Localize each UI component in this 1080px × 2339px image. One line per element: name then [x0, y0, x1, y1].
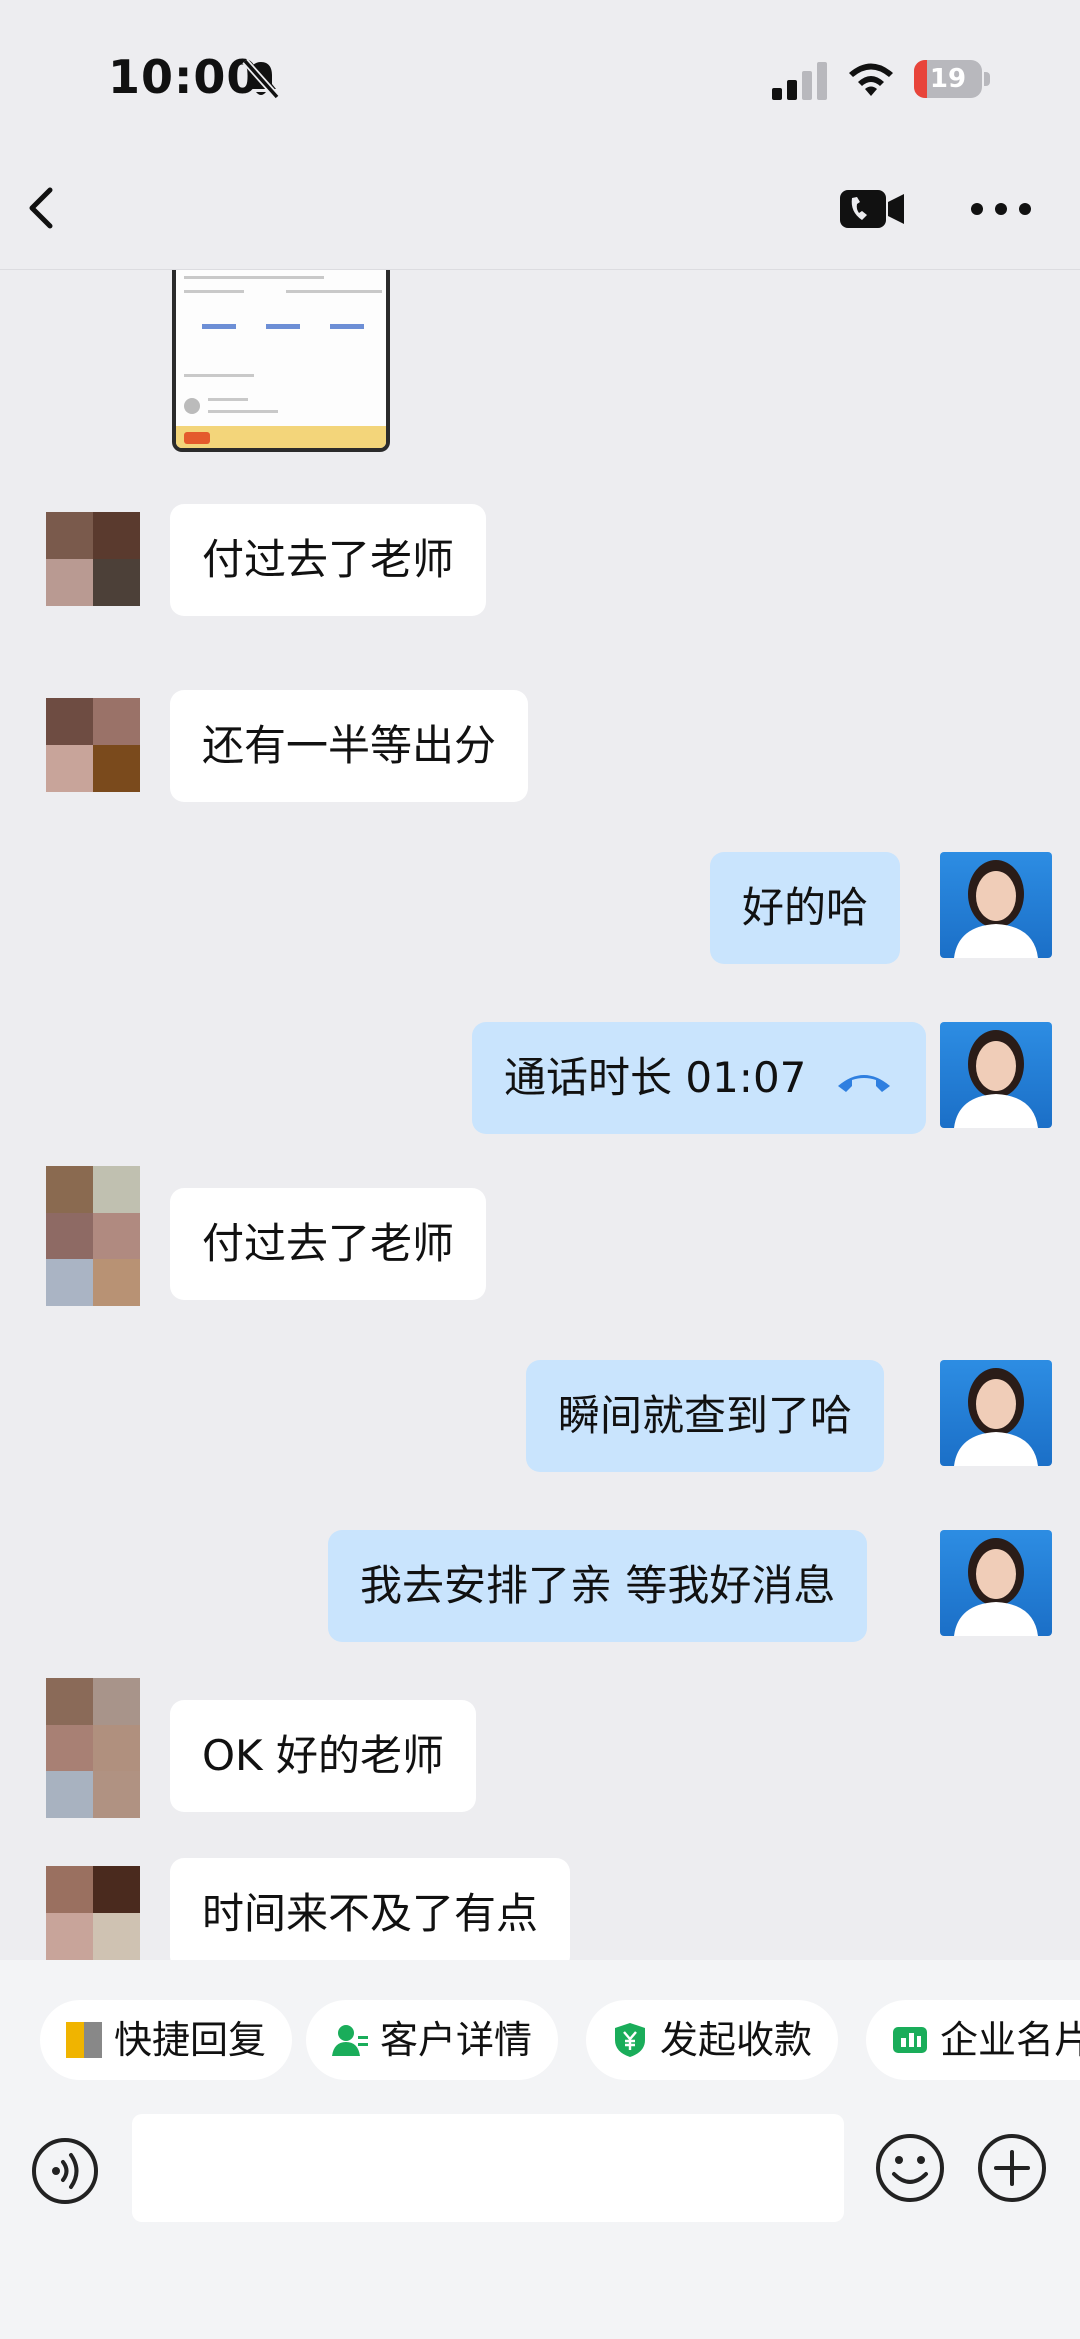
image-text-line: [286, 290, 382, 293]
message-bubble[interactable]: 我去安排了亲 等我好消息: [328, 1530, 868, 1642]
call-duration-text: 通话时长 01:07: [504, 1053, 807, 1102]
customer-detail-button[interactable]: 客户详情: [306, 2000, 559, 2080]
portrait-image: [954, 860, 1038, 958]
avatar[interactable]: [46, 1678, 140, 1818]
business-card-label: 企业名片: [940, 2018, 1080, 2062]
business-card-button[interactable]: 企业名片: [866, 2000, 1080, 2080]
portrait-image: [954, 1030, 1038, 1128]
avatar[interactable]: [940, 1530, 1052, 1636]
avatar[interactable]: [46, 1166, 140, 1306]
back-icon[interactable]: [14, 176, 74, 240]
message-bubble[interactable]: 付过去了老师: [170, 504, 487, 616]
more-icon[interactable]: [968, 196, 1034, 222]
quick-reply-label: 快捷回复: [114, 2018, 267, 2062]
message-bubble[interactable]: OK 好的老师: [170, 1700, 476, 1812]
message-bubble[interactable]: 好的哈: [710, 852, 901, 964]
message-image-thumbnail[interactable]: [172, 270, 390, 452]
battery-percent: 19: [929, 64, 967, 94]
phone-hangup-icon: [837, 1074, 890, 1092]
battery-body: 19: [914, 60, 982, 98]
avatar[interactable]: [46, 698, 140, 792]
image-badge: [184, 432, 210, 444]
phone-video-icon[interactable]: [838, 186, 908, 232]
message-bubble[interactable]: 还有一半等出分: [170, 690, 529, 802]
image-text-line: [208, 410, 278, 413]
battery-tip: [984, 72, 990, 86]
avatar[interactable]: [940, 1022, 1052, 1128]
status-bar: 10:00 19: [0, 0, 1080, 150]
collect-payment-button[interactable]: 发起收款: [586, 2000, 839, 2080]
message-bubble[interactable]: 瞬间就查到了哈: [526, 1360, 885, 1472]
avatar[interactable]: [46, 1866, 140, 1960]
portrait-image: [954, 1538, 1038, 1636]
quick-reply-button[interactable]: 快捷回复: [40, 2000, 293, 2080]
chat-messages[interactable]: 付过去了老师 还有一半等出分 好的哈 通话时长 01:07 付过去了老师 瞬间就…: [0, 270, 1080, 1960]
image-text-line: [208, 398, 248, 401]
message-input[interactable]: [132, 2114, 844, 2222]
quick-action-bar[interactable]: 快捷回复 客户详情 发起收款 企业名片: [0, 1960, 1080, 2090]
business-card-icon: [893, 2026, 927, 2053]
avatar[interactable]: [940, 1360, 1052, 1466]
avatar[interactable]: [46, 512, 140, 606]
image-text-line: [184, 374, 254, 377]
image-link-line: [202, 324, 236, 329]
chat-header: [0, 150, 1080, 270]
message-bubble[interactable]: 付过去了老师: [170, 1188, 487, 1300]
image-link-line: [266, 324, 300, 329]
image-text-line: [184, 276, 324, 279]
image-text-line: [184, 290, 244, 293]
battery-charging-icon: 19: [914, 60, 990, 98]
quick-reply-icon: [66, 2021, 102, 2058]
input-bar: [0, 2090, 1080, 2339]
avatar[interactable]: [940, 852, 1052, 958]
call-record-bubble[interactable]: 通话时长 01:07: [472, 1022, 926, 1134]
message-bubble[interactable]: 时间来不及了有点: [170, 1858, 571, 1960]
plus-icon[interactable]: [976, 2132, 1048, 2204]
voice-icon[interactable]: [30, 2136, 100, 2206]
signal-icon: [772, 62, 827, 100]
wifi-icon: [849, 63, 893, 96]
image-link-line: [330, 324, 364, 329]
customer-detail-label: 客户详情: [380, 2018, 533, 2062]
status-time: 10:00: [108, 50, 260, 104]
collect-payment-label: 发起收款: [660, 2018, 813, 2062]
yuan-shield-icon: [615, 2022, 645, 2057]
bell-muted-icon: [242, 58, 280, 100]
emoji-icon[interactable]: [874, 2132, 946, 2204]
image-icon-dot: [184, 398, 200, 414]
customer-detail-icon: [332, 2024, 368, 2056]
portrait-image: [954, 1368, 1038, 1466]
